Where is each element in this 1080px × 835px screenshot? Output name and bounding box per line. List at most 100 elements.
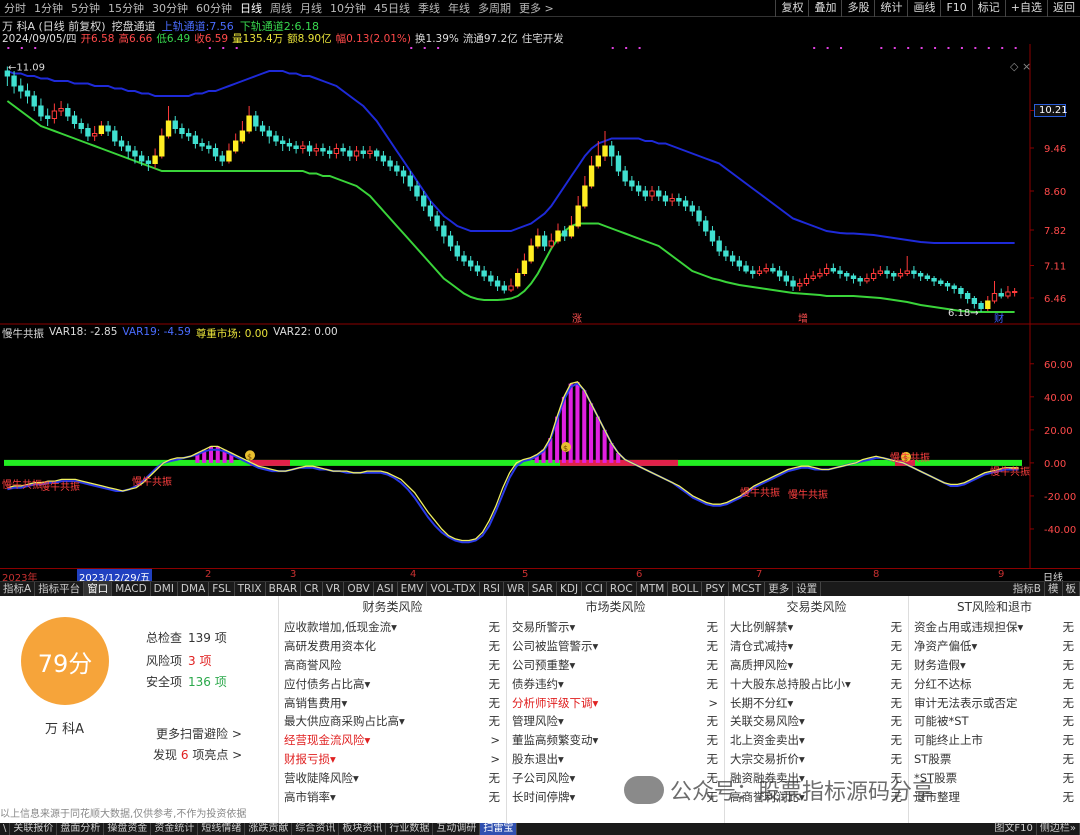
bottom-tab[interactable]: 综合资讯 xyxy=(292,823,340,835)
period-tab[interactable]: 多周期 xyxy=(474,0,515,16)
indicator-tab[interactable]: 指标平台 xyxy=(35,582,85,596)
risk-row[interactable]: 可能被*ST 无 xyxy=(909,712,1080,731)
risk-row[interactable]: 审计无法表示或否定 无 xyxy=(909,694,1080,713)
toolbar-button[interactable]: 返回 xyxy=(1047,0,1080,17)
toolbar-button[interactable]: 标记 xyxy=(971,0,1005,17)
indicator-chart[interactable]: 60.0040.0020.000.00-20.00-40.00$$$慢牛共振慢牛… xyxy=(0,325,1080,568)
risk-row[interactable]: 关联交易风险▾ 无 xyxy=(725,712,908,731)
period-tab[interactable]: 1分钟 xyxy=(30,0,67,16)
risk-row[interactable]: ST股票 无 xyxy=(909,750,1080,769)
risk-row[interactable]: 退市整理无 xyxy=(909,788,1080,807)
bottom-tab[interactable]: 短线情绪 xyxy=(198,823,246,835)
period-tab[interactable]: 年线 xyxy=(444,0,474,16)
indicator-tab[interactable]: SAR xyxy=(529,582,558,596)
risk-row[interactable]: 高市销率▾ 无 xyxy=(279,788,506,807)
bottom-tab[interactable]: \ xyxy=(0,823,11,835)
risk-row[interactable]: 可能终止上市 无 xyxy=(909,731,1080,750)
risk-row[interactable]: 净资产偏低▾ 无 xyxy=(909,637,1080,656)
period-tab[interactable]: 10分钟 xyxy=(326,0,370,16)
indicator-tab[interactable]: TRIX xyxy=(235,582,266,596)
bottom-tab[interactable]: 关联报价 xyxy=(10,823,58,835)
highlights-link[interactable]: 发现 6 项亮点 > xyxy=(153,746,242,763)
risk-row[interactable]: 资金占用或违规担保▾ 无 xyxy=(909,618,1080,637)
risk-row[interactable]: 财务造假▾ 无 xyxy=(909,656,1080,675)
toolbar-button[interactable]: 叠加 xyxy=(808,0,841,17)
indicator-tab[interactable]: FSL xyxy=(209,582,235,596)
risk-row[interactable]: 高质押风险▾ 无 xyxy=(725,656,908,675)
bottom-tab[interactable]: 行业数据 xyxy=(386,823,434,835)
candlestick-chart[interactable]: ◇× 10.21 9.46 8.60 7.82 7.11 6.46 ←11.09 6.18→ 涨 增… xyxy=(0,44,1080,325)
bottom-tab[interactable]: 扫雷宝 xyxy=(480,823,518,835)
indicator-tab[interactable]: DMI xyxy=(151,582,178,596)
risk-row[interactable]: 清仓式减持▾ 无 xyxy=(725,637,908,656)
period-tab[interactable]: 日线 xyxy=(236,0,266,16)
indicator-tab[interactable]: RSI xyxy=(480,582,504,596)
indicator-tab[interactable]: BRAR xyxy=(266,582,302,596)
period-tab[interactable]: 15分钟 xyxy=(104,0,148,16)
period-tab[interactable]: 45日线 xyxy=(370,0,414,16)
risk-row[interactable]: 应付债务占比高▾ 无 xyxy=(279,675,506,694)
indicator-tab[interactable]: MTM xyxy=(637,582,669,596)
indicator-tab-right[interactable]: 模 xyxy=(1045,582,1063,596)
period-tab[interactable]: 分时 xyxy=(0,0,30,16)
indicator-tab[interactable]: 设置 xyxy=(793,582,822,596)
risk-row[interactable]: 高研发费用资本化 无 xyxy=(279,637,506,656)
indicator-tab[interactable]: 窗口 xyxy=(84,582,113,596)
risk-row[interactable]: 管理风险▾ 无 xyxy=(507,712,724,731)
indicator-name[interactable]: 挖盘通道 xyxy=(112,18,156,33)
indicator-tab[interactable]: MCST xyxy=(729,582,766,596)
toolbar-button[interactable]: 画线 xyxy=(907,0,940,17)
risk-row[interactable]: 经营现金流风险▾ > xyxy=(279,731,506,750)
risk-row[interactable]: 公司预重整▾ 无 xyxy=(507,656,724,675)
risk-row[interactable]: 高销售费用▾ 无 xyxy=(279,694,506,713)
bottom-tab-right[interactable]: 侧边栏» xyxy=(1037,823,1080,835)
period-tab[interactable]: 周线 xyxy=(266,0,296,16)
risk-row[interactable]: 大比例解禁▾ 无 xyxy=(725,618,908,637)
indicator-tab[interactable]: CCI xyxy=(582,582,607,596)
risk-row[interactable]: *ST股票无 xyxy=(909,769,1080,788)
risk-row[interactable]: 债券违约▾ 无 xyxy=(507,675,724,694)
indicator-tab[interactable]: KDJ xyxy=(557,582,583,596)
indicator-tab[interactable]: OBV xyxy=(344,582,374,596)
indicator-tab[interactable]: 指标A xyxy=(0,582,36,596)
bottom-tab[interactable]: 互动调研 xyxy=(433,823,481,835)
indicator-tab[interactable]: VOL-TDX xyxy=(427,582,480,596)
indicator-tab[interactable]: DMA xyxy=(178,582,210,596)
period-tab[interactable]: 月线 xyxy=(296,0,326,16)
risk-row[interactable]: 财报亏损▾ > xyxy=(279,750,506,769)
indicator-tab-right[interactable]: 指标B xyxy=(1010,582,1045,596)
bottom-tab-right[interactable]: 图文F10 xyxy=(991,823,1037,835)
risk-row[interactable]: 交易所警示▾ 无 xyxy=(507,618,724,637)
risk-row[interactable]: 股东退出▾ 无 xyxy=(507,750,724,769)
risk-row[interactable]: 董监高频繁变动▾ 无 xyxy=(507,731,724,750)
risk-row[interactable]: 大宗交易折价▾ 无 xyxy=(725,750,908,769)
indicator-tab[interactable]: ROC xyxy=(607,582,637,596)
toolbar-button[interactable]: F10 xyxy=(940,0,971,17)
more-risk-link[interactable]: 更多扫雷避险 > xyxy=(156,725,242,742)
indicator-tab[interactable]: MACD xyxy=(112,582,151,596)
risk-row[interactable]: 分析师评级下调▾ > xyxy=(507,694,724,713)
bottom-tab[interactable]: 盘面分析 xyxy=(57,823,105,835)
period-tab[interactable]: 5分钟 xyxy=(67,0,104,16)
period-tab[interactable]: 60分钟 xyxy=(192,0,236,16)
bottom-tab[interactable]: 操盘资金 xyxy=(104,823,152,835)
risk-row[interactable]: 分红不达标 无 xyxy=(909,675,1080,694)
risk-row[interactable]: 高商誉风险 无 xyxy=(279,656,506,675)
indicator-tab[interactable]: BOLL xyxy=(668,582,703,596)
risk-row[interactable]: 十大股东总持股占比小▾ 无 xyxy=(725,675,908,694)
bottom-tab[interactable]: 涨跌贡献 xyxy=(245,823,293,835)
indicator-tab[interactable]: WR xyxy=(504,582,529,596)
risk-row[interactable]: 营收陡降风险▾ 无 xyxy=(279,769,506,788)
toolbar-button[interactable]: +自选 xyxy=(1004,0,1047,17)
indicator-tab[interactable]: EMV xyxy=(398,582,428,596)
bottom-tab[interactable]: 板块资讯 xyxy=(339,823,387,835)
toolbar-button[interactable]: 复权 xyxy=(775,0,808,17)
indicator-tab-right[interactable]: 板 xyxy=(1063,582,1080,596)
risk-row[interactable]: 长期不分红▾ 无 xyxy=(725,694,908,713)
indicator-tab[interactable]: 更多 xyxy=(765,582,794,596)
indicator-tab[interactable]: ASI xyxy=(374,582,398,596)
risk-row[interactable]: 公司被监管警示▾ 无 xyxy=(507,637,724,656)
period-tab[interactable]: 季线 xyxy=(414,0,444,16)
indicator-tab[interactable]: VR xyxy=(323,582,345,596)
toolbar-button[interactable]: 多股 xyxy=(841,0,874,17)
